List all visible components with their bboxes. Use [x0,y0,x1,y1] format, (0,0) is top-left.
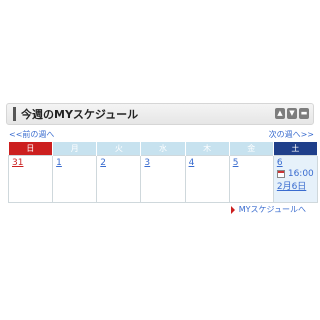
my-schedule-link-wrap[interactable]: MYスケジュールへ [230,204,306,215]
title-accent-bar [13,107,16,121]
minimize-icon[interactable]: ▬ [299,108,309,119]
day-header-tue: 火 [96,142,142,156]
day-header-thu: 木 [185,142,230,156]
move-down-icon[interactable]: ▼ [287,108,297,119]
widget-header: 今週のMYスケジュール ▲ ▼ ▬ [6,103,314,125]
move-up-icon[interactable]: ▲ [275,108,285,119]
date-link-thu[interactable]: 4 [189,158,195,168]
prev-week-link[interactable]: <<前の週へ [9,129,54,140]
date-link-fri[interactable]: 5 [233,158,239,168]
day-cell-sat: 6 16:00 2月6日 [272,155,319,203]
date-link-sat[interactable]: 6 [277,158,283,168]
date-link-sun[interactable]: 31 [12,158,23,168]
day-cell-mon: 1 [52,155,98,203]
day-header-row: 日 月 火 水 木 金 土 [8,142,319,156]
my-schedule-widget: 今週のMYスケジュール ▲ ▼ ▬ <<前の週へ 次の週へ>> 日 月 火 水 … [6,103,319,203]
next-week-link[interactable]: 次の週へ>> [269,129,314,140]
event-time: 16:00 [287,169,314,179]
week-navigation: <<前の週へ 次の週へ>> [6,129,314,142]
schedule-event-icon [276,170,285,178]
week-calendar: 日 月 火 水 木 金 土 31 1 2 3 4 5 6 16:00 2月6日 [7,142,319,203]
day-cell-wed: 3 [140,155,186,203]
day-header-mon: 月 [52,142,98,156]
day-cell-sun: 31 [7,155,54,203]
day-header-fri: 金 [229,142,274,156]
widget-title: 今週のMYスケジュール [21,108,139,121]
arrow-right-icon [230,205,235,214]
day-header-wed: 水 [140,142,186,156]
day-cell-thu: 4 [184,155,230,203]
my-schedule-link[interactable]: MYスケジュールへ [239,204,306,215]
event-date-link[interactable]: 2月6日 [277,179,315,192]
widget-controls: ▲ ▼ ▬ [275,108,309,119]
schedule-event[interactable]: 16:00 [276,169,315,179]
day-cell-fri: 5 [228,155,274,203]
date-link-tue[interactable]: 2 [100,158,106,168]
widget-footer: MYスケジュールへ [6,204,314,216]
day-header-sun: 日 [8,142,54,156]
day-cell-row: 31 1 2 3 4 5 6 16:00 2月6日 [7,155,319,203]
date-link-mon[interactable]: 1 [56,158,62,168]
date-link-wed[interactable]: 3 [144,158,150,168]
day-header-sat: 土 [273,142,319,156]
day-cell-tue: 2 [96,155,142,203]
